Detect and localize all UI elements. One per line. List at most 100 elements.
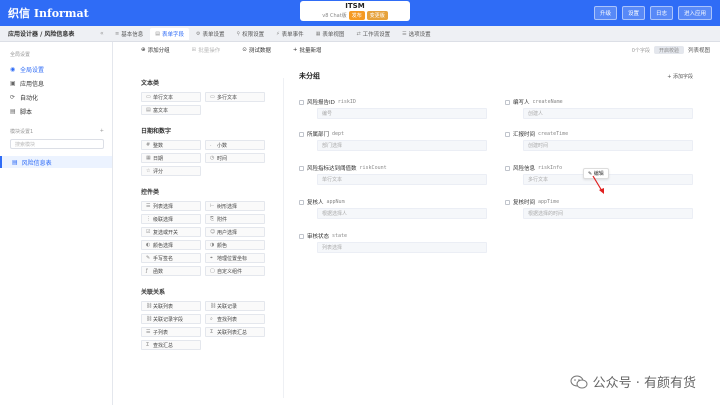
batch-add-button[interactable]: + 批量新增	[293, 46, 322, 54]
publish-badge[interactable]: 发布	[348, 11, 365, 20]
form-field[interactable]: 审核状态 state 列表选择	[299, 232, 489, 253]
location-icon: ⌖	[210, 255, 213, 261]
palette-item[interactable]: ⌖ 地理位置坐标	[205, 253, 265, 263]
palette-item[interactable]: # 整数	[141, 140, 201, 150]
palette-item[interactable]: ☆ 评分	[141, 166, 201, 176]
field-checkbox[interactable]	[505, 99, 510, 105]
collapse-icon[interactable]: «	[100, 30, 110, 37]
palette-item[interactable]: ⊢ 树形选择	[205, 201, 265, 211]
field-key: riskInfo	[538, 165, 563, 171]
tab-form-views[interactable]: ▦ 表单视图	[311, 28, 350, 40]
palette-item[interactable]: ⛓ 关联记录	[205, 301, 265, 311]
palette-item-label: 查找列表	[217, 316, 238, 323]
left-sidebar: 全局设置 ◉ 全局设置 ▣ 应用信息 ⟳ 自动化 ▤ 脚本 模块设置1 + 搜索模块 ▤…	[0, 42, 113, 405]
palette-item[interactable]: Σ 关联列表汇总	[205, 327, 265, 337]
enter-app-button[interactable]: 进入应用	[677, 6, 712, 20]
tab-form-fields[interactable]: ▤ 表单字段	[150, 27, 189, 40]
add-group-button[interactable]: ⊕ 添加分组	[141, 46, 170, 54]
palette-item[interactable]: ◷ 时间	[205, 153, 265, 163]
palette-item[interactable]: ☺ 用户选择	[205, 227, 265, 237]
module-group-label: 模块设置1	[10, 129, 34, 135]
palette-item[interactable]: . 小数	[205, 140, 265, 150]
function-icon: ƒ	[146, 268, 148, 274]
palette-item-label: 颜色选择	[153, 242, 174, 249]
form-icon: ▤	[12, 158, 18, 166]
palette-item[interactable]: ▦ 日期	[141, 153, 201, 163]
form-field[interactable]: 所属部门 dept 部门选择	[299, 130, 489, 151]
field-checkbox[interactable]	[299, 233, 304, 239]
sidebar-item-risk-form[interactable]: ▤ 风险信息表	[0, 156, 112, 168]
tree-icon: ⊢	[210, 203, 215, 209]
lightning-icon: ⚡	[276, 30, 280, 37]
field-checkbox[interactable]	[505, 199, 510, 205]
palette-item[interactable]: ☰ 子列表	[141, 327, 201, 337]
validation-toggle[interactable]: 开启校验	[653, 46, 684, 54]
field-preview-input: 创建人	[523, 108, 693, 119]
palette-item[interactable]: ▭ 多行文本	[205, 92, 265, 102]
palette-item[interactable]: ✎ 手写签名	[141, 253, 201, 263]
upgrade-button[interactable]: 升级	[593, 6, 617, 20]
button-label: 测试数据	[248, 48, 271, 54]
form-field[interactable]: 编写人 createName 创建人	[505, 98, 695, 119]
palette-item[interactable]: ⎘ 附件	[205, 214, 265, 224]
module-search-input[interactable]: 搜索模块	[10, 139, 104, 149]
star-icon: ☆	[146, 168, 151, 174]
field-checkbox[interactable]	[505, 165, 510, 171]
palette-item[interactable]: ☑ 复选或开关	[141, 227, 201, 237]
tab-workflow[interactable]: ⇄ 工作流设置	[351, 28, 395, 40]
palette-item[interactable]: ▢ 自定义组件	[205, 266, 265, 276]
palette-item[interactable]: ◑ 颜色	[205, 240, 265, 250]
sidebar-item-script[interactable]: ▤ 脚本	[0, 104, 112, 118]
tab-options[interactable]: ☰ 选项设置	[397, 28, 436, 40]
log-button[interactable]: 日志	[649, 6, 673, 20]
test-data-button[interactable]: ⊙ 测试数据	[242, 46, 271, 54]
sidebar-item-global-settings[interactable]: ◉ 全局设置	[0, 62, 112, 76]
app-switcher[interactable]: ITSM v8 Chat版 发布 变更版	[300, 1, 410, 21]
button-label: 批量操作	[198, 48, 221, 54]
field-checkbox[interactable]	[299, 131, 304, 137]
field-checkbox[interactable]	[299, 165, 304, 171]
add-module-icon[interactable]: +	[100, 128, 104, 135]
palette-item[interactable]: ☰ 列表选择	[141, 201, 201, 211]
form-field[interactable]: 复核时间 appTime 根据选择的时间	[505, 198, 695, 219]
text-icon: ▭	[146, 94, 151, 100]
palette-item-label: 查找汇总	[153, 342, 174, 349]
field-checkbox[interactable]	[299, 199, 304, 205]
update-badge[interactable]: 变更版	[366, 11, 388, 20]
field-preview-input: 根据选择的时间	[523, 208, 693, 219]
palette-item[interactable]: Σ 查找汇总	[141, 340, 201, 350]
settings-button[interactable]: 设置	[621, 6, 645, 20]
field-key: createTime	[538, 131, 569, 137]
batch-icon: ⊞	[191, 47, 197, 53]
info-icon: ▣	[10, 79, 16, 87]
palette-item[interactable]: ⌕ 查找列表	[205, 314, 265, 324]
app-logo[interactable]: 织信 Informat	[8, 5, 89, 21]
palette-item[interactable]: ▭ 单行文本	[141, 92, 201, 102]
batch-operate-button[interactable]: ⊞ 批量操作	[192, 46, 221, 54]
palette-item[interactable]: ◐ 颜色选择	[141, 240, 201, 250]
tab-permissions[interactable]: ⚲ 权限设置	[231, 28, 269, 40]
tab-form-settings[interactable]: ⚙ 表单设置	[191, 28, 230, 40]
field-checkbox[interactable]	[299, 99, 304, 105]
tab-form-events[interactable]: ⚡ 表单事件	[271, 28, 309, 40]
tab-row: 应用设计器 / 风险信息表 « ≡ 基本信息 ▤ 表单字段 ⚙ 表单设置 ⚲ 权限设置 …	[0, 26, 720, 42]
form-field[interactable]: 复核人 appNum 根据选择人	[299, 198, 489, 219]
tab-basic-info[interactable]: ≡ 基本信息	[110, 28, 148, 40]
list-view-button[interactable]: 列表视图	[688, 46, 710, 54]
add-field-button[interactable]: + 添加字段	[667, 73, 693, 80]
sidebar-item-app-info[interactable]: ▣ 应用信息	[0, 76, 112, 90]
palette-item[interactable]: ⛓ 关联记录字段	[141, 314, 201, 324]
palette-item[interactable]: ▤ 富文本	[141, 105, 201, 115]
palette-item[interactable]: ⋮ 级联选择	[141, 214, 201, 224]
form-field[interactable]: 汇报时间 createTime 创建时间	[505, 130, 695, 151]
field-preview-input: 部门选择	[317, 140, 487, 151]
field-label: 审核状态	[307, 234, 330, 240]
sidebar-item-automation[interactable]: ⟳ 自动化	[0, 90, 112, 104]
field-checkbox[interactable]	[505, 131, 510, 137]
palette-item[interactable]: ⛓ 关联列表	[141, 301, 201, 311]
field-preview-input: 单行文本	[317, 174, 487, 185]
form-field[interactable]: 风险指标达到阈值数 riskCount 单行文本	[299, 164, 489, 185]
tab-label: 表单字段	[161, 31, 184, 38]
form-field[interactable]: 风险报告ID riskID 编号	[299, 98, 489, 119]
palette-item[interactable]: ƒ 函数	[141, 266, 201, 276]
